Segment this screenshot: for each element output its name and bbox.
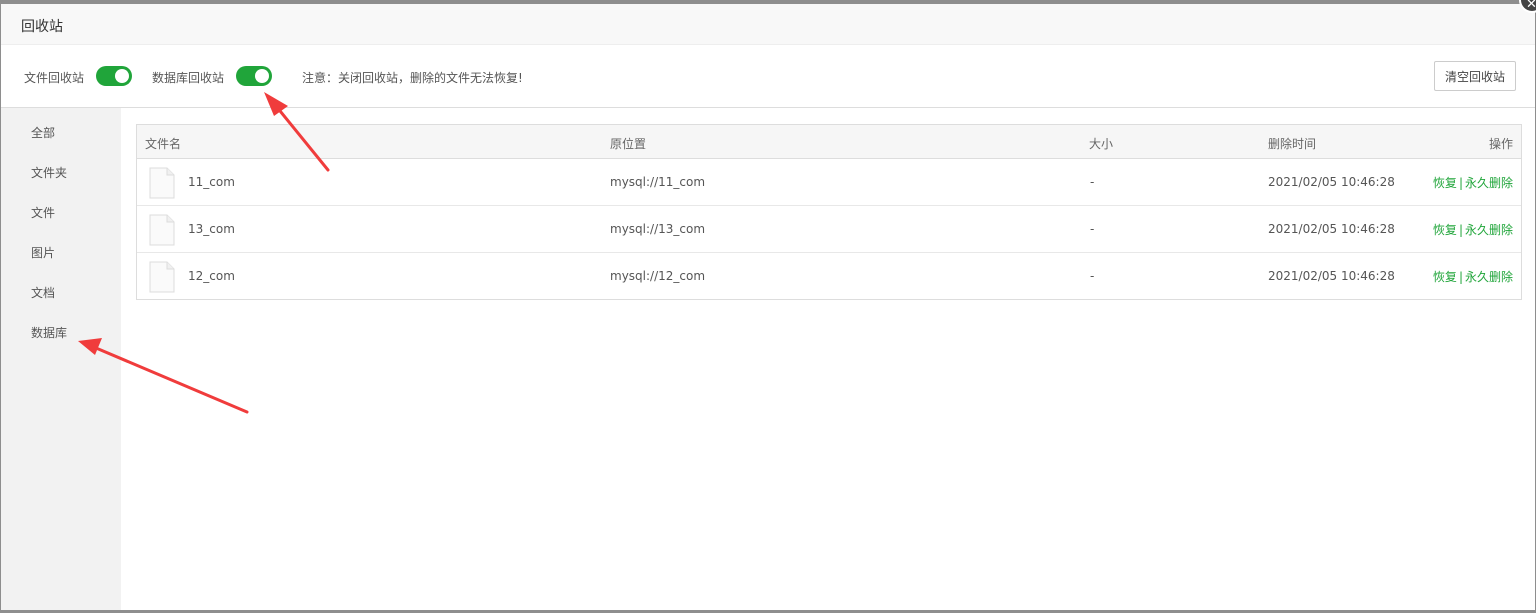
db-recycle-toggle[interactable] <box>236 66 272 86</box>
recycle-table: 文件名 原位置 大小 删除时间 操作 11_com mysql://11_com… <box>136 124 1522 300</box>
close-icon: ✕ <box>1526 0 1536 12</box>
table-row: 12_com mysql://12_com - 2021/02/05 10:46… <box>137 253 1521 300</box>
row-origin: mysql://11_com <box>610 175 706 189</box>
header-deleted-time: 删除时间 <box>1268 137 1317 151</box>
file-recycle-toggle[interactable] <box>96 66 132 86</box>
row-actions: 恢复 | 永久删除 <box>1433 221 1513 238</box>
row-filename: 12_com <box>188 269 235 283</box>
restore-link[interactable]: 恢复 <box>1433 176 1457 190</box>
row-deleted-time: 2021/02/05 10:46:28 <box>1268 269 1395 283</box>
restore-link[interactable]: 恢复 <box>1433 223 1457 237</box>
action-separator: | <box>1458 223 1463 237</box>
dialog-title-bar: 回收站 <box>1 4 1535 45</box>
file-icon <box>149 167 175 199</box>
action-separator: | <box>1458 176 1463 190</box>
row-origin: mysql://13_com <box>610 222 706 236</box>
table-header: 文件名 原位置 大小 删除时间 操作 <box>137 125 1521 159</box>
permanent-delete-link[interactable]: 永久删除 <box>1465 223 1513 237</box>
sidebar-item-files[interactable]: 文件 <box>1 193 121 233</box>
header-size: 大小 <box>1089 137 1114 151</box>
toggle-knob <box>255 69 269 83</box>
permanent-delete-link[interactable]: 永久删除 <box>1465 270 1513 284</box>
action-separator: | <box>1458 270 1463 284</box>
table-row: 11_com mysql://11_com - 2021/02/05 10:46… <box>137 159 1521 206</box>
row-deleted-time: 2021/02/05 10:46:28 <box>1268 222 1395 236</box>
row-origin: mysql://12_com <box>610 269 706 283</box>
row-size: - <box>1090 222 1095 236</box>
clear-recycle-bin-button[interactable]: 清空回收站 <box>1434 61 1516 91</box>
table-row: 13_com mysql://13_com - 2021/02/05 10:46… <box>137 206 1521 253</box>
file-recycle-label: 文件回收站 <box>24 71 85 85</box>
row-size: - <box>1090 269 1095 283</box>
restore-link[interactable]: 恢复 <box>1433 270 1457 284</box>
dialog-title: 回收站 <box>21 19 63 35</box>
header-filename: 文件名 <box>145 137 182 151</box>
row-deleted-time: 2021/02/05 10:46:28 <box>1268 175 1395 189</box>
sidebar-item-documents[interactable]: 文档 <box>1 273 121 313</box>
toolbar: 文件回收站 数据库回收站 注意：关闭回收站，删除的文件无法恢复! 清空回收站 <box>1 45 1535 108</box>
row-actions: 恢复 | 永久删除 <box>1433 268 1513 285</box>
recycle-bin-dialog: 回收站 文件回收站 数据库回收站 注意：关闭回收站，删除的文件无法恢复! 清空回… <box>1 4 1535 610</box>
category-sidebar: 全部 文件夹 文件 图片 文档 数据库 <box>1 108 121 610</box>
sidebar-item-images[interactable]: 图片 <box>1 233 121 273</box>
sidebar-item-databases[interactable]: 数据库 <box>1 313 121 353</box>
header-actions: 操作 <box>1488 137 1513 151</box>
header-origin: 原位置 <box>610 137 647 151</box>
row-size: - <box>1090 175 1095 189</box>
sidebar-item-folders[interactable]: 文件夹 <box>1 153 121 193</box>
row-actions: 恢复 | 永久删除 <box>1433 174 1513 191</box>
sidebar-item-all[interactable]: 全部 <box>1 113 121 153</box>
permanent-delete-link[interactable]: 永久删除 <box>1465 176 1513 190</box>
row-filename: 11_com <box>188 175 235 189</box>
file-icon <box>149 214 175 246</box>
db-recycle-label: 数据库回收站 <box>152 71 225 85</box>
toggle-knob <box>115 69 129 83</box>
row-filename: 13_com <box>188 222 235 236</box>
recycle-notice: 注意：关闭回收站，删除的文件无法恢复! <box>302 71 523 85</box>
file-icon <box>149 261 175 293</box>
